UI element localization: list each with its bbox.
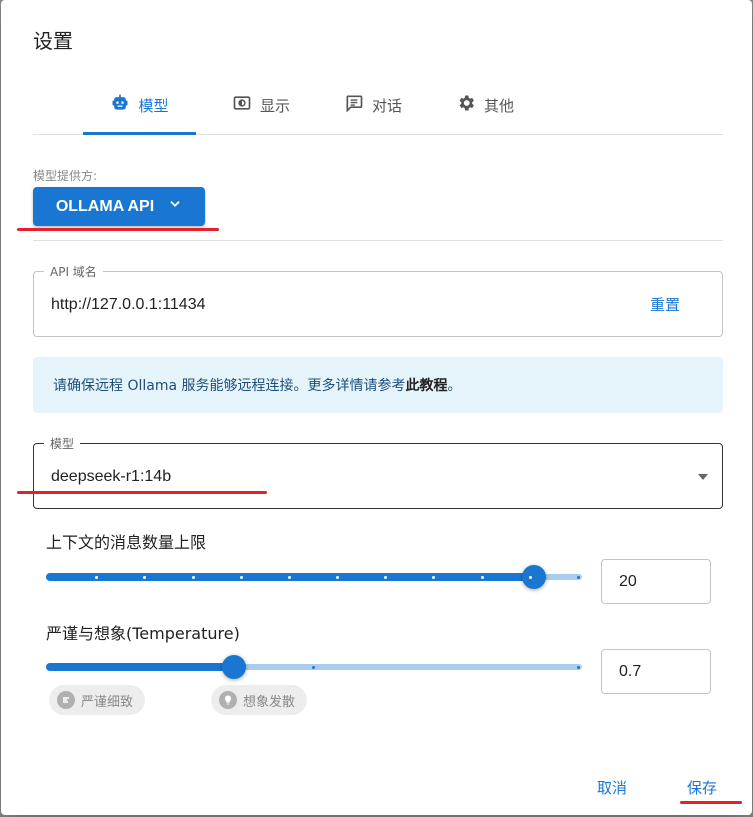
divider bbox=[33, 240, 723, 241]
context-limit-label: 上下文的消息数量上限 bbox=[46, 533, 207, 552]
api-domain-legend: API 域名 bbox=[44, 263, 103, 280]
temperature-label: 严谨与想象(Temperature) bbox=[46, 624, 240, 643]
context-limit-slider[interactable] bbox=[46, 565, 582, 589]
temperature-slider[interactable] bbox=[46, 655, 582, 679]
chat-icon bbox=[344, 93, 364, 117]
info-alert: 请确保远程 Ollama 服务能够远程连接。更多详情请参考 此教程 。 bbox=[33, 357, 723, 413]
lightbulb-icon bbox=[219, 691, 237, 709]
tab-label: 其他 bbox=[483, 96, 514, 115]
slider-thumb[interactable] bbox=[522, 565, 546, 589]
provider-label: 模型提供方: bbox=[33, 169, 98, 183]
tab-chat[interactable]: 对话 bbox=[323, 76, 423, 134]
slider-mark bbox=[240, 576, 243, 579]
settings-dialog: 设置 模型 显示 对话 其他 模型提供方: OLLAMA API API 域名 … bbox=[1, 0, 752, 815]
model-legend: 模型 bbox=[44, 435, 81, 452]
slider-mark bbox=[432, 576, 435, 579]
api-domain-input[interactable]: http://127.0.0.1:11434 bbox=[51, 296, 206, 314]
tab-label: 模型 bbox=[138, 96, 169, 115]
cancel-button[interactable]: 取消 bbox=[597, 777, 627, 798]
precise-chip[interactable]: 严谨细致 bbox=[49, 685, 146, 715]
tab-model[interactable]: 模型 bbox=[83, 76, 196, 135]
display-icon bbox=[232, 93, 252, 117]
red-underline-annotation bbox=[17, 491, 267, 494]
info-text: 请确保远程 Ollama 服务能够远程连接。更多详情请参考 bbox=[53, 378, 406, 394]
chip-label: 想象发散 bbox=[243, 694, 296, 710]
slider-mark bbox=[577, 666, 580, 669]
tab-other[interactable]: 其他 bbox=[435, 76, 535, 134]
settings-tabs: 模型 显示 对话 其他 bbox=[33, 76, 723, 135]
gear-icon bbox=[456, 93, 476, 117]
info-suffix: 。 bbox=[447, 378, 462, 394]
red-underline-annotation bbox=[17, 228, 219, 231]
provider-value: OLLAMA API bbox=[55, 197, 155, 215]
api-domain-field[interactable]: API 域名 http://127.0.0.1:11434 重置 bbox=[33, 263, 723, 337]
slider-mark bbox=[384, 576, 387, 579]
context-limit-input[interactable]: 20 bbox=[601, 559, 711, 604]
slider-mark bbox=[481, 576, 484, 579]
slider-mark bbox=[192, 576, 195, 579]
slider-mark bbox=[312, 666, 315, 669]
save-button[interactable]: 保存 bbox=[687, 777, 717, 798]
temperature-input[interactable]: 0.7 bbox=[601, 649, 711, 694]
slider-mark bbox=[577, 576, 580, 579]
slider-track bbox=[46, 663, 234, 671]
model-value: deepseek-r1:14b bbox=[51, 468, 172, 485]
tutorial-link[interactable]: 此教程 bbox=[406, 375, 448, 395]
tab-display[interactable]: 显示 bbox=[211, 76, 311, 134]
slider-mark bbox=[529, 576, 532, 579]
chip-label: 严谨细致 bbox=[81, 694, 134, 710]
dropdown-arrow-icon bbox=[698, 474, 708, 480]
tab-label: 显示 bbox=[259, 96, 290, 115]
model-select[interactable]: 模型 deepseek-r1:14b bbox=[33, 435, 723, 509]
slider-mark bbox=[95, 576, 98, 579]
chevron-down-icon bbox=[168, 197, 182, 216]
creative-chip[interactable]: 想象发散 bbox=[211, 685, 308, 715]
reset-button[interactable]: 重置 bbox=[650, 294, 680, 315]
slider-mark bbox=[336, 576, 339, 579]
red-underline-annotation bbox=[680, 801, 742, 804]
robot-icon bbox=[110, 93, 130, 117]
provider-dropdown-button[interactable]: OLLAMA API bbox=[33, 187, 205, 226]
slider-thumb[interactable] bbox=[222, 655, 246, 679]
tab-label: 对话 bbox=[371, 96, 402, 115]
slider-mark bbox=[143, 576, 146, 579]
precise-icon bbox=[57, 691, 75, 709]
dialog-title: 设置 bbox=[33, 29, 73, 53]
slider-mark bbox=[288, 576, 291, 579]
